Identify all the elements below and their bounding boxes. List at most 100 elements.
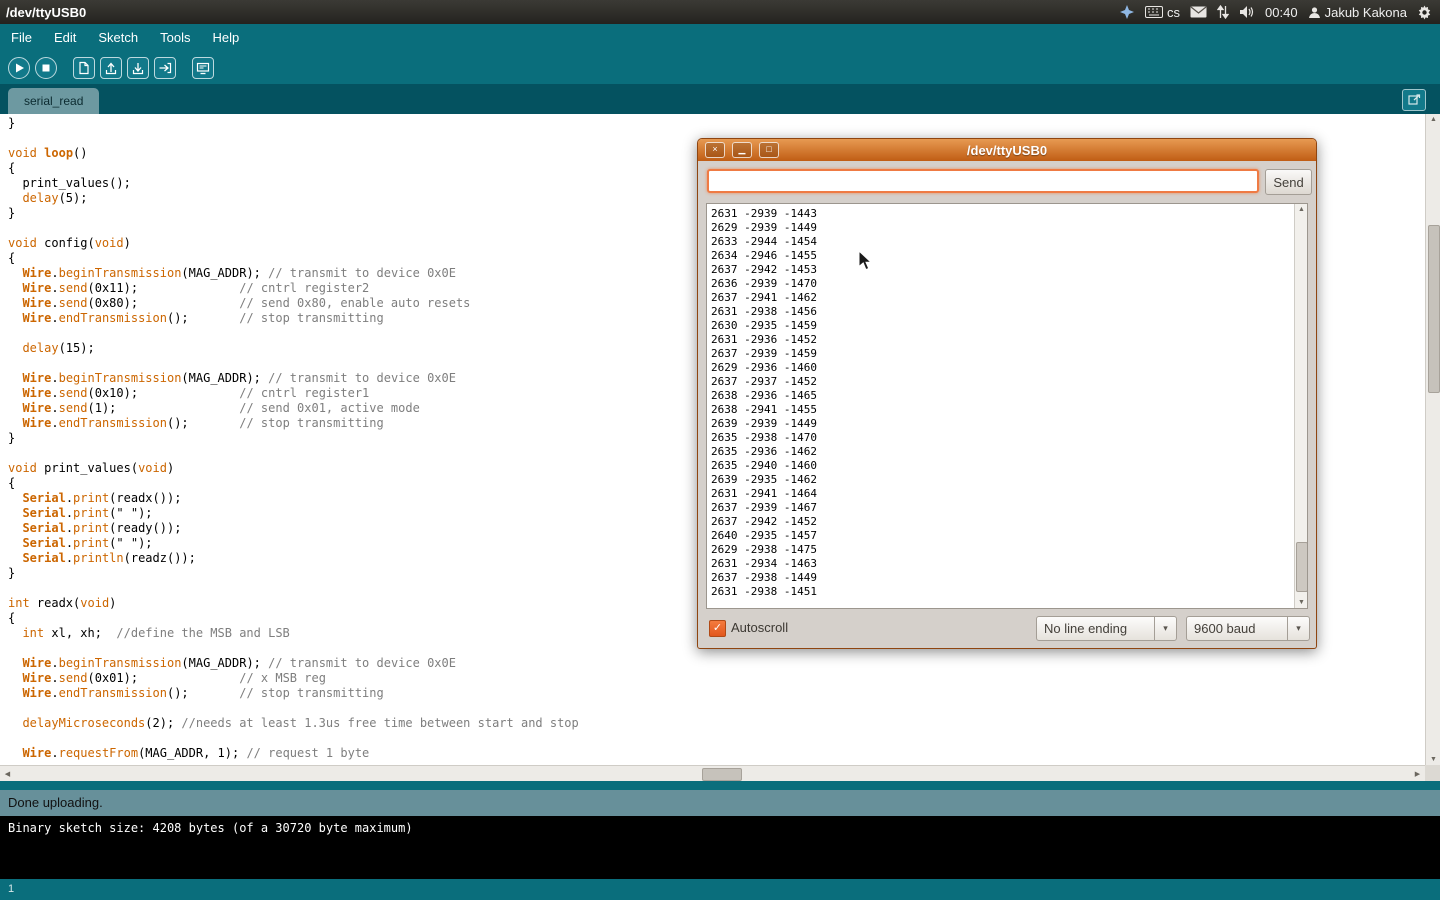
serial-line: 2637 -2939 -1459 xyxy=(711,347,817,361)
serial-monitor-window: /dev/ttyUSB0 × ▁ □ Send 2631 -2939 -1443… xyxy=(697,138,1317,649)
mouse-cursor xyxy=(858,250,872,272)
send-button-label: Send xyxy=(1273,175,1303,190)
keyboard-indicator[interactable]: cs xyxy=(1145,5,1180,20)
system-tray: cs 00:40 Jakub Kakona xyxy=(1119,4,1432,20)
maximize-button[interactable]: □ xyxy=(759,142,779,158)
code-line: Wire.beginTransmission(MAG_ADDR); // tra… xyxy=(8,656,1425,671)
serial-line: 2637 -2941 -1462 xyxy=(711,291,817,305)
serial-monitor-icon xyxy=(196,61,210,75)
serial-line: 2639 -2939 -1449 xyxy=(711,417,817,431)
console-output: Binary sketch size: 4208 bytes (of a 307… xyxy=(0,816,1440,879)
upload-button[interactable] xyxy=(154,57,176,79)
new-file-icon xyxy=(77,61,91,75)
tab-serial-read[interactable]: serial_read xyxy=(8,88,99,114)
menu-bar: FileEditSketchToolsHelp xyxy=(0,24,1440,52)
upload-arrow-icon xyxy=(158,61,172,75)
panel-window-title: /dev/ttyUSB0 xyxy=(6,5,86,20)
serial-line: 2640 -2935 -1457 xyxy=(711,529,817,543)
menu-item-help[interactable]: Help xyxy=(201,24,250,52)
baud-rate-dropdown[interactable]: 9600 baud ▾ xyxy=(1186,616,1310,641)
tab-menu-icon xyxy=(1408,94,1421,106)
serial-scroll-up-arrow[interactable]: ▲ xyxy=(1295,206,1308,213)
serial-line: 2638 -2936 -1465 xyxy=(711,389,817,403)
code-line: Wire.send(0x01); // x MSB reg xyxy=(8,671,1425,686)
line-number-indicator: 1 xyxy=(8,883,14,895)
serial-vertical-scrollbar[interactable]: ▲ ▼ xyxy=(1294,204,1307,608)
serial-window-titlebar[interactable]: /dev/ttyUSB0 × ▁ □ xyxy=(698,139,1316,161)
open-button[interactable] xyxy=(100,57,122,79)
menu-item-file[interactable]: File xyxy=(0,24,43,52)
mail-icon[interactable] xyxy=(1190,6,1207,18)
autoscroll-checkbox[interactable]: ✓ xyxy=(709,620,726,637)
console-text: Binary sketch size: 4208 bytes (of a 307… xyxy=(8,821,413,835)
line-ending-value: No line ending xyxy=(1037,621,1154,636)
menu-item-edit[interactable]: Edit xyxy=(43,24,87,52)
editor-vscroll-thumb[interactable] xyxy=(1428,225,1440,393)
serial-line: 2633 -2944 -1454 xyxy=(711,235,817,249)
menu-item-tools[interactable]: Tools xyxy=(149,24,201,52)
code-line: } xyxy=(8,116,1425,131)
verify-button[interactable] xyxy=(8,57,30,79)
serial-line: 2637 -2937 -1452 xyxy=(711,375,817,389)
serial-line: 2638 -2941 -1455 xyxy=(711,403,817,417)
serial-output-area[interactable]: 2631 -2939 -14432629 -2939 -14492633 -29… xyxy=(706,203,1308,609)
save-button[interactable] xyxy=(127,57,149,79)
serial-line: 2630 -2935 -1459 xyxy=(711,319,817,333)
code-line: Wire.endTransmission(); // stop transmit… xyxy=(8,686,1425,701)
stop-button[interactable] xyxy=(35,57,57,79)
line-ending-dropdown[interactable]: No line ending ▾ xyxy=(1036,616,1177,641)
serial-line: 2635 -2940 -1460 xyxy=(711,459,817,473)
serial-line: 2629 -2936 -1460 xyxy=(711,361,817,375)
editor-horizontal-scrollbar[interactable]: ◀ ▶ xyxy=(0,765,1425,781)
chevron-down-icon[interactable]: ▾ xyxy=(1154,617,1176,640)
menu-item-sketch[interactable]: Sketch xyxy=(87,24,149,52)
serial-line: 2635 -2936 -1462 xyxy=(711,445,817,459)
volume-icon[interactable] xyxy=(1239,5,1255,19)
serial-window-title: /dev/ttyUSB0 xyxy=(698,143,1316,158)
chevron-down-icon[interactable]: ▾ xyxy=(1287,617,1309,640)
code-line: Wire.requestFrom(MAG_ADDR, 1); // reques… xyxy=(8,746,1425,761)
minimize-button[interactable]: ▁ xyxy=(732,142,752,158)
serial-line: 2635 -2938 -1470 xyxy=(711,431,817,445)
user-name-label: Jakub Kakona xyxy=(1325,5,1407,20)
scroll-right-arrow[interactable]: ▶ xyxy=(1410,770,1425,778)
serial-scroll-down-arrow[interactable]: ▼ xyxy=(1295,599,1308,606)
serial-vscroll-thumb[interactable] xyxy=(1296,542,1308,592)
serial-monitor-button[interactable] xyxy=(192,57,214,79)
close-button[interactable]: × xyxy=(705,142,725,158)
gear-icon[interactable] xyxy=(1417,5,1432,20)
tab-menu-button[interactable] xyxy=(1402,89,1426,111)
serial-line: 2637 -2942 -1453 xyxy=(711,263,817,277)
code-line: ​ xyxy=(8,731,1425,746)
scroll-down-arrow[interactable]: ▼ xyxy=(1426,756,1440,763)
sync-arrows-icon[interactable] xyxy=(1217,5,1229,19)
emblem-icon[interactable] xyxy=(1119,4,1135,20)
serial-line: 2631 -2934 -1463 xyxy=(711,557,817,571)
editor-vertical-scrollbar[interactable]: ▲ ▼ xyxy=(1425,114,1440,765)
code-line: delayMicroseconds(2); //needs at least 1… xyxy=(8,716,1425,731)
editor-hscroll-thumb[interactable] xyxy=(702,768,742,781)
serial-line: 2631 -2939 -1443 xyxy=(711,207,817,221)
footer-strip: 1 xyxy=(0,879,1440,900)
serial-line: 2639 -2935 -1462 xyxy=(711,473,817,487)
clock[interactable]: 00:40 xyxy=(1265,5,1298,20)
serial-line: 2631 -2941 -1464 xyxy=(711,487,817,501)
serial-line: 2637 -2939 -1467 xyxy=(711,501,817,515)
up-arrow-icon xyxy=(104,61,118,75)
serial-line: 2631 -2938 -1451 xyxy=(711,585,817,599)
status-bar: Done uploading. xyxy=(0,790,1440,816)
keyboard-icon xyxy=(1145,6,1163,18)
user-icon xyxy=(1308,6,1321,19)
serial-input[interactable] xyxy=(707,169,1259,193)
user-menu[interactable]: Jakub Kakona xyxy=(1308,5,1407,20)
down-arrow-icon xyxy=(131,61,145,75)
clock-label: 00:40 xyxy=(1265,5,1298,20)
new-sketch-button[interactable] xyxy=(73,57,95,79)
tab-bar: serial_read xyxy=(0,84,1440,114)
stop-icon xyxy=(39,61,53,75)
serial-line: 2631 -2938 -1456 xyxy=(711,305,817,319)
send-button[interactable]: Send xyxy=(1265,169,1312,195)
scroll-left-arrow[interactable]: ◀ xyxy=(0,770,15,778)
scroll-up-arrow[interactable]: ▲ xyxy=(1426,116,1440,123)
code-line: ​ xyxy=(8,701,1425,716)
